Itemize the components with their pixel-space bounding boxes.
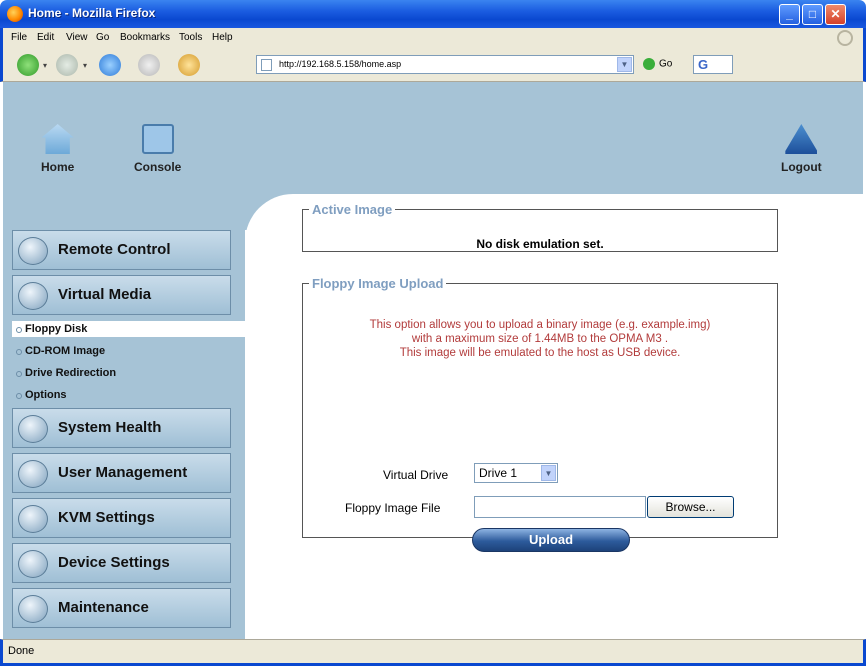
sidebar-item-maintenance[interactable]: Maintenance bbox=[12, 588, 231, 628]
bullet-icon bbox=[16, 371, 22, 377]
description-line: This option allows you to upload a binar… bbox=[369, 319, 711, 331]
nav-toolbar: ▾ ▾ http://192.168.5.158/home.asp ▼ Go G bbox=[0, 48, 866, 82]
menu-bookmarks[interactable]: Bookmarks bbox=[120, 32, 170, 43]
logout-icon bbox=[785, 124, 818, 154]
description-line: This image will be emulated to the host … bbox=[399, 347, 681, 359]
logout-link[interactable]: Logout bbox=[781, 124, 822, 174]
active-image-legend: Active Image bbox=[312, 202, 393, 217]
floppy-image-file-label: Floppy Image File bbox=[345, 501, 441, 515]
home-nav-icon[interactable] bbox=[178, 54, 200, 76]
window-title: Home - Mozilla Firefox bbox=[28, 6, 156, 20]
system-health-icon bbox=[18, 415, 48, 443]
console-label: Console bbox=[134, 160, 182, 174]
go-icon bbox=[643, 58, 655, 70]
kvm-settings-icon bbox=[18, 505, 48, 533]
maintenance-icon bbox=[18, 595, 48, 623]
search-box[interactable]: G bbox=[693, 55, 733, 74]
menu-go[interactable]: Go bbox=[96, 32, 109, 43]
user-management-icon bbox=[18, 460, 48, 488]
sidebar-item-user-management[interactable]: User Management bbox=[12, 453, 231, 493]
sidebar-item-label: KVM Settings bbox=[58, 509, 155, 526]
stop-icon[interactable] bbox=[138, 54, 160, 76]
sidebar-subitem-drive-redirection[interactable]: Drive Redirection bbox=[16, 367, 116, 379]
sidebar-subitem-floppy-disk[interactable]: Floppy Disk bbox=[16, 323, 87, 335]
device-settings-icon bbox=[18, 550, 48, 578]
go-label: Go bbox=[659, 58, 673, 70]
home-label: Home bbox=[41, 160, 75, 174]
sidebar-item-label: Virtual Media bbox=[58, 286, 152, 303]
subitem-label: Options bbox=[25, 389, 67, 401]
sidebar-item-label: User Management bbox=[58, 464, 188, 481]
logout-label: Logout bbox=[781, 160, 822, 174]
upload-description: This option allows you to upload a binar… bbox=[303, 318, 777, 360]
address-bar[interactable]: http://192.168.5.158/home.asp ▼ bbox=[256, 55, 634, 74]
sidebar-item-label: Maintenance bbox=[58, 599, 149, 616]
google-logo: G bbox=[698, 57, 709, 72]
browse-button[interactable]: Browse... bbox=[647, 496, 734, 518]
status-text: Done bbox=[8, 645, 35, 657]
sidebar-item-remote-control[interactable]: Remote Control bbox=[12, 230, 231, 270]
active-image-panel: Active Image No disk emulation set. bbox=[302, 202, 778, 252]
upload-button[interactable]: Upload bbox=[472, 528, 630, 552]
virtual-drive-label: Virtual Drive bbox=[383, 468, 449, 482]
sidebar-item-label: System Health bbox=[58, 419, 162, 436]
home-link[interactable]: Home bbox=[41, 124, 74, 174]
console-link[interactable]: Console bbox=[134, 124, 181, 174]
address-text[interactable]: http://192.168.5.158/home.asp bbox=[279, 59, 401, 69]
reload-icon[interactable] bbox=[99, 54, 121, 76]
sidebar-item-virtual-media[interactable]: Virtual Media bbox=[12, 275, 231, 315]
floppy-image-file-input[interactable] bbox=[474, 496, 646, 518]
sidebar-item-device-settings[interactable]: Device Settings bbox=[12, 543, 231, 583]
virtual-drive-select[interactable]: Drive 1 ▼ bbox=[474, 463, 558, 483]
menu-edit[interactable]: Edit bbox=[37, 32, 54, 43]
menu-tools[interactable]: Tools bbox=[179, 32, 202, 43]
sidebar-item-label: Device Settings bbox=[58, 554, 170, 571]
sidebar-item-kvm-settings[interactable]: KVM Settings bbox=[12, 498, 231, 538]
forward-icon[interactable] bbox=[56, 54, 78, 76]
subitem-label: CD-ROM Image bbox=[25, 345, 106, 357]
remote-control-icon bbox=[18, 237, 48, 265]
back-icon[interactable] bbox=[17, 54, 39, 76]
bullet-icon bbox=[16, 349, 22, 355]
go-button[interactable]: Go bbox=[643, 58, 672, 70]
throbber-icon bbox=[837, 30, 853, 46]
maximize-button[interactable]: □ bbox=[802, 4, 823, 25]
menu-bar: File Edit View Go Bookmarks Tools Help bbox=[0, 28, 866, 48]
subitem-label: Floppy Disk bbox=[25, 323, 88, 335]
window-titlebar: Home - Mozilla Firefox _ □ ✕ bbox=[0, 0, 866, 28]
virtual-media-icon bbox=[18, 282, 48, 310]
floppy-upload-legend: Floppy Image Upload bbox=[312, 276, 444, 291]
home-icon bbox=[41, 124, 74, 154]
bullet-icon bbox=[16, 327, 22, 333]
close-button[interactable]: ✕ bbox=[825, 4, 846, 25]
menu-view[interactable]: View bbox=[66, 32, 88, 43]
active-image-message: No disk emulation set. bbox=[476, 237, 604, 251]
status-bar: Done bbox=[0, 639, 866, 666]
description-line: with a maximum size of 1.44MB to the OPM… bbox=[411, 333, 669, 345]
sidebar-subitem-cd-rom-image[interactable]: CD-ROM Image bbox=[16, 345, 105, 357]
chevron-down-icon[interactable]: ▼ bbox=[541, 465, 556, 481]
address-dropdown-icon[interactable]: ▼ bbox=[617, 57, 632, 72]
firefox-icon bbox=[7, 6, 23, 22]
sidebar-subitem-options[interactable]: Options bbox=[16, 389, 67, 401]
console-icon bbox=[141, 124, 174, 154]
minimize-button[interactable]: _ bbox=[779, 4, 800, 25]
page-icon bbox=[261, 59, 272, 71]
back-dropdown-icon[interactable]: ▾ bbox=[43, 61, 47, 70]
menu-file[interactable]: File bbox=[11, 32, 27, 43]
sidebar-item-label: Remote Control bbox=[58, 241, 171, 258]
sidebar-item-system-health[interactable]: System Health bbox=[12, 408, 231, 448]
menu-help[interactable]: Help bbox=[212, 32, 233, 43]
virtual-drive-value: Drive 1 bbox=[479, 466, 518, 480]
forward-dropdown-icon[interactable]: ▾ bbox=[83, 61, 87, 70]
bullet-icon bbox=[16, 393, 22, 399]
subitem-label: Drive Redirection bbox=[25, 367, 117, 379]
